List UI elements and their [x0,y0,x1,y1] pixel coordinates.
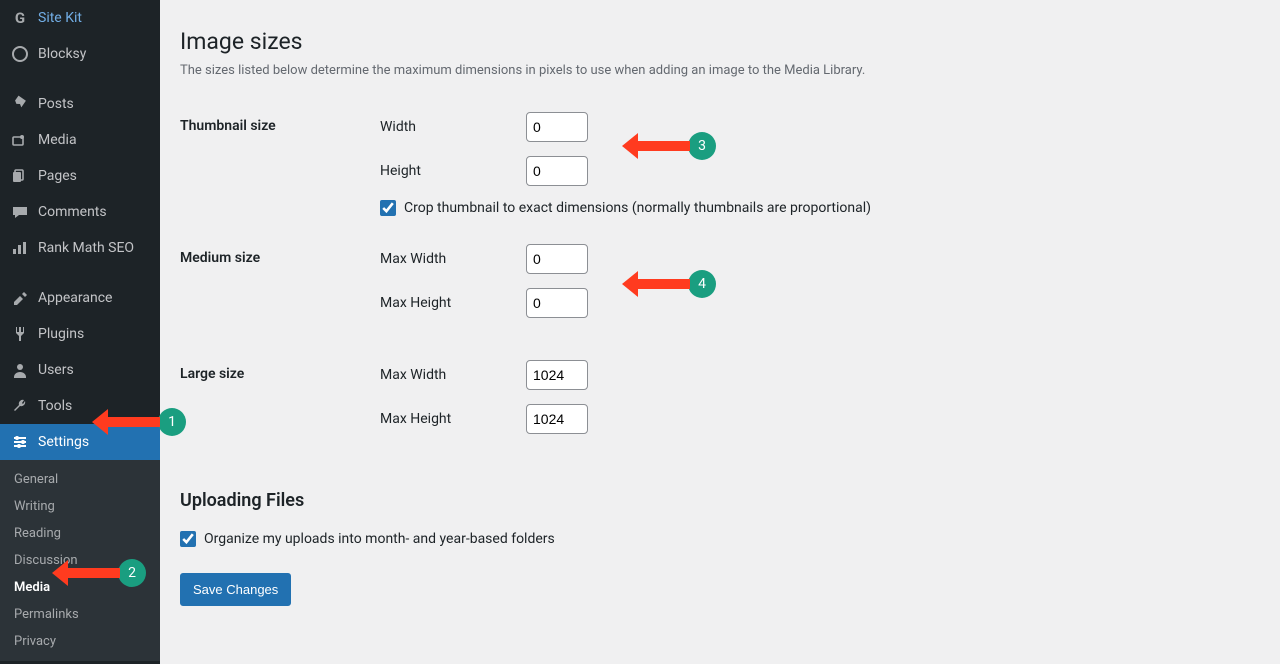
sidebar-item-label: Tools [38,398,72,414]
thumbnail-size-label: Thumbnail size [180,98,380,230]
uploading-heading: Uploading Files [180,490,1260,511]
large-height-label: Max Height [380,411,526,427]
settings-media-page: Image sizes The sizes listed below deter… [160,0,1280,664]
chart-icon [10,238,30,258]
user-icon [10,360,30,380]
sidebar-item-label: Appearance [38,290,112,306]
organize-uploads-checkbox[interactable] [180,531,196,547]
sidebar-item-label: Rank Math SEO [38,240,134,256]
sidebar-item-users[interactable]: Users [0,352,160,388]
sidebar-item-rankmath[interactable]: Rank Math SEO [0,230,160,266]
submenu-privacy[interactable]: Privacy [0,628,160,655]
sidebar-item-label: Pages [38,168,77,184]
thumbnail-width-label: Width [380,119,526,135]
submenu-discussion[interactable]: Discussion [0,547,160,574]
save-changes-button[interactable]: Save Changes [180,573,291,606]
medium-width-input[interactable] [526,244,588,274]
sidebar-item-label: Plugins [38,326,84,342]
sidebar-item-label: Media [38,132,77,148]
sidebar-item-label: Settings [38,434,89,450]
medium-height-input[interactable] [526,288,588,318]
admin-sidebar: G Site Kit Blocksy Posts Media Pages Comments R… [0,0,160,664]
large-width-input[interactable] [526,360,588,390]
sidebar-item-label: Comments [38,204,107,220]
large-size-label: Large size [180,346,380,462]
sidebar-item-label: Blocksy [38,46,86,62]
sidebar-item-media[interactable]: Media [0,122,160,158]
sidebar-item-label: Site Kit [38,10,82,26]
plug-icon [10,324,30,344]
thumbnail-crop-label: Crop thumbnail to exact dimensions (norm… [404,200,871,216]
brush-icon [10,288,30,308]
thumbnail-height-label: Height [380,163,526,179]
sidebar-item-posts[interactable]: Posts [0,86,160,122]
organize-uploads-label: Organize my uploads into month- and year… [204,531,555,547]
sidebar-separator [0,72,160,86]
sidebar-item-tools[interactable]: Tools [0,388,160,424]
submenu-media[interactable]: Media [0,574,160,601]
submenu-writing[interactable]: Writing [0,493,160,520]
medium-height-label: Max Height [380,295,526,311]
sidebar-item-label: Posts [38,96,74,112]
wrench-icon [10,396,30,416]
thumbnail-height-input[interactable] [526,156,588,186]
sidebar-item-blocksy[interactable]: Blocksy [0,36,160,72]
large-height-input[interactable] [526,404,588,434]
sidebar-item-settings[interactable]: Settings [0,424,160,460]
sidebar-item-label: Users [38,362,74,378]
comment-icon [10,202,30,222]
sidebar-item-appearance[interactable]: Appearance [0,280,160,316]
pin-icon [10,94,30,114]
submenu-general[interactable]: General [0,466,160,493]
sidebar-item-comments[interactable]: Comments [0,194,160,230]
thumbnail-width-input[interactable] [526,112,588,142]
sidebar-separator [0,266,160,280]
sidebar-item-pages[interactable]: Pages [0,158,160,194]
page-icon [10,166,30,186]
sidebar-item-plugins[interactable]: Plugins [0,316,160,352]
G-icon: G [10,8,30,28]
submenu-reading[interactable]: Reading [0,520,160,547]
sliders-icon [10,432,30,452]
media-icon [10,130,30,150]
medium-width-label: Max Width [380,251,526,267]
large-width-label: Max Width [380,367,526,383]
section-heading: Image sizes [180,28,1260,55]
circle-icon [10,44,30,64]
section-description: The sizes listed below determine the max… [180,63,1260,78]
sidebar-item-sitekit[interactable]: G Site Kit [0,0,160,36]
medium-size-label: Medium size [180,230,380,346]
submenu-permalinks[interactable]: Permalinks [0,601,160,628]
thumbnail-crop-checkbox[interactable] [380,200,396,216]
